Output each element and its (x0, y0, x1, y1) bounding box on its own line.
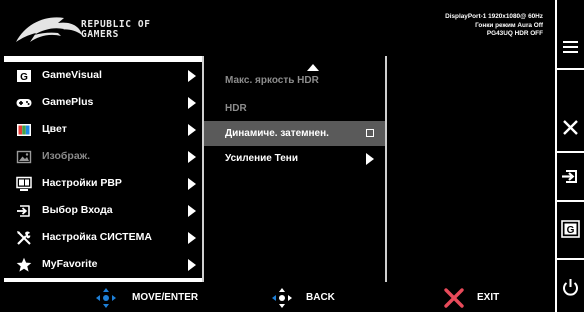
star-icon (16, 257, 32, 272)
menu-item-label: Изображ. (42, 150, 91, 162)
chevron-right-icon (188, 205, 196, 217)
input-icon (17, 205, 30, 217)
brand-line-2: GAMERS (81, 29, 119, 40)
menu-key[interactable] (557, 0, 584, 68)
pbp-icon (16, 176, 32, 191)
chevron-right-icon (188, 97, 196, 109)
menu-item-label: Цвет (42, 123, 67, 135)
submenu-item-dynamic-dimming[interactable]: Динамиче. затемнен. (204, 121, 385, 146)
submenu-item-label: HDR (225, 103, 247, 114)
exit-label: EXIT (477, 292, 500, 303)
menu-item-color[interactable]: Цвет (4, 116, 202, 143)
menu-item-image[interactable]: Изображ. (4, 143, 202, 170)
chevron-right-icon (188, 124, 196, 136)
input-select-icon (562, 170, 577, 183)
input-select-key[interactable] (557, 153, 584, 200)
chevron-right-icon (188, 178, 196, 190)
g-badge-icon: G (17, 70, 31, 83)
chevron-right-icon (366, 153, 374, 165)
unchecked-box-icon[interactable] (366, 129, 374, 137)
submenu-item-hdr[interactable]: HDR (204, 96, 385, 121)
back-label: BACK (306, 292, 335, 303)
submenu: Макс. яркость HDR HDR Динамиче. затемнен… (204, 56, 385, 282)
submenu-item-label: Динамиче. затемнен. (225, 128, 329, 139)
menu-item-label: GamePlus (42, 96, 94, 108)
footer-hints: MOVE/ENTER BACK EXIT (0, 284, 555, 312)
menu-item-label: Выбор Входа (42, 204, 113, 216)
menu-item-label: Настройка СИСТЕМА (42, 231, 152, 243)
chevron-right-icon (188, 232, 196, 244)
signal-info-line-3: PG43UQ HDR OFF (486, 30, 543, 38)
exit-x-icon (444, 288, 464, 308)
menu-panel: G GameVisual GamePlus Цвет Изображ. Наст… (4, 56, 553, 282)
wrench-screwdriver-icon (17, 231, 31, 245)
svg-text:G: G (20, 72, 28, 83)
detail-column (387, 56, 553, 282)
color-icon (17, 124, 31, 136)
image-icon (16, 150, 32, 164)
signal-info-line-1: DisplayPort-1 1920x1080@ 60Hz (445, 13, 543, 20)
move-enter-icon (96, 288, 116, 308)
move-enter-label: MOVE/ENTER (132, 292, 199, 303)
signal-info-line-2: Гонки режим Aura Off (475, 21, 543, 29)
close-key[interactable] (557, 70, 584, 151)
signal-info: DisplayPort-1 1920x1080@ 60Hz Гонки режи… (445, 13, 543, 39)
chevron-right-icon (188, 151, 196, 163)
osd-menu: REPUBLIC OF GAMERS DisplayPort-1 1920x10… (0, 0, 555, 312)
close-icon (563, 120, 578, 135)
menu-item-label: GameVisual (42, 69, 102, 81)
svg-text:G: G (567, 225, 575, 236)
gamevisual-key[interactable]: G (557, 202, 584, 258)
submenu-item-shadow-boost[interactable]: Усиление Тени (204, 146, 385, 171)
menu-icon (563, 41, 578, 53)
gamevisual-icon: G (561, 220, 580, 238)
submenu-item-max-hdr-brightness[interactable]: Макс. яркость HDR (204, 68, 385, 93)
menu-item-pbp-settings[interactable]: Настройки PBP (4, 170, 202, 197)
submenu-item-label: Усиление Тени (225, 153, 298, 164)
menu-item-gameplus[interactable]: GamePlus (4, 89, 202, 116)
menu-item-label: MyFavorite (42, 258, 98, 270)
menu-item-myfavorite[interactable]: MyFavorite (4, 251, 202, 278)
header: REPUBLIC OF GAMERS DisplayPort-1 1920x10… (0, 0, 555, 54)
menu-item-input-select[interactable]: Выбор Входа (4, 197, 202, 224)
submenu-item-label: Макс. яркость HDR (225, 75, 319, 86)
menu-item-gamevisual[interactable]: G GameVisual (4, 62, 202, 89)
menu-item-label: Настройки PBP (42, 177, 122, 189)
chevron-right-icon (188, 259, 196, 271)
menu-item-system-setup[interactable]: Настройка СИСТЕМА (4, 224, 202, 251)
power-icon (563, 279, 578, 296)
gamepad-icon (16, 99, 32, 107)
power-key[interactable] (557, 260, 584, 312)
main-menu: G GameVisual GamePlus Цвет Изображ. Наст… (4, 56, 202, 282)
chevron-right-icon (188, 70, 196, 82)
brand-text: REPUBLIC OF GAMERS (81, 20, 151, 40)
back-icon (272, 288, 292, 308)
